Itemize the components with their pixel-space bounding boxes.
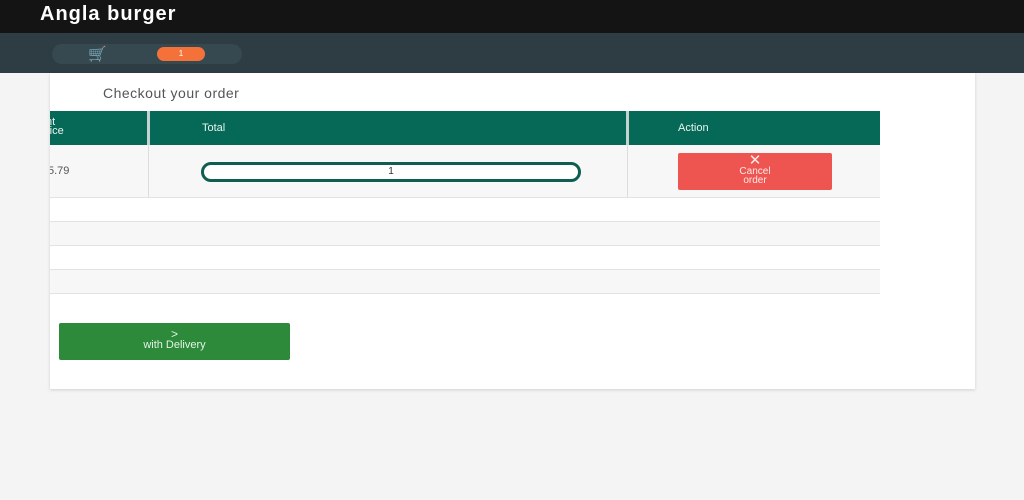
- quantity-input[interactable]: 1: [201, 162, 581, 182]
- table-row: [50, 246, 880, 270]
- checkout-card: Checkout your order nt rice Total Action…: [50, 73, 975, 389]
- table-header: nt rice Total Action: [50, 111, 880, 145]
- column-header-price: nt rice: [50, 116, 64, 137]
- cancel-order-label: Cancel order: [739, 166, 771, 186]
- delivery-button-label: with Delivery: [143, 339, 206, 351]
- header-divider: [147, 111, 150, 145]
- item-price: 5.79: [50, 165, 70, 177]
- cart-count-badge: 1: [157, 47, 205, 61]
- top-bar: Angla burger: [0, 0, 1024, 33]
- header-divider: [626, 111, 629, 145]
- checkout-with-delivery-button[interactable]: > with Delivery: [59, 323, 290, 360]
- cart-icon[interactable]: 🛒: [88, 45, 107, 63]
- column-header-action: Action: [678, 122, 709, 134]
- cart-button[interactable]: [52, 44, 242, 64]
- cell-divider: [627, 145, 628, 197]
- table-row: [50, 222, 880, 246]
- cell-divider: [148, 145, 149, 197]
- checkout-heading: Checkout your order: [103, 85, 240, 101]
- column-header-total: Total: [202, 122, 226, 134]
- table-row: [50, 270, 880, 294]
- app-title[interactable]: Angla burger: [40, 3, 176, 26]
- table-row: [50, 198, 880, 222]
- cancel-order-button[interactable]: ✕ Cancel order: [678, 153, 832, 190]
